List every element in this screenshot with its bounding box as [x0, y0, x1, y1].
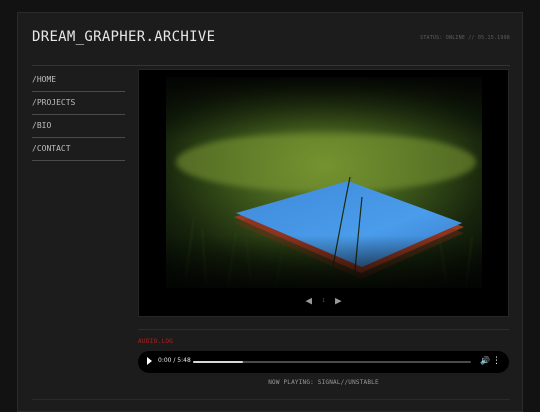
- header: DREAM_GRAPHER.ARCHIVE STATUS: ONLINE // …: [32, 27, 510, 66]
- nav-item-bio[interactable]: /BIO: [32, 115, 125, 138]
- audio-seek-progress: [193, 361, 244, 363]
- page-indicator: 1: [321, 297, 325, 304]
- volume-icon[interactable]: 🔊: [480, 356, 490, 365]
- footer-divider: [32, 399, 510, 400]
- audio-player[interactable]: 0:00 / 5:48 🔊 ⋮: [138, 351, 509, 373]
- next-arrow-icon[interactable]: ▶: [331, 294, 346, 307]
- nav-item-projects[interactable]: /PROJECTS: [32, 92, 125, 115]
- site-title[interactable]: DREAM_GRAPHER.ARCHIVE: [32, 29, 215, 45]
- gallery-pager: ◀ 1 ▶: [139, 294, 508, 310]
- gallery-photo: [166, 77, 482, 288]
- audio-section: AUDIO.LOG 0:00 / 5:48 🔊 ⋮ NOW PLAYING: S…: [138, 329, 509, 386]
- nav-item-contact[interactable]: /CONTACT: [32, 138, 125, 161]
- now-playing-text: NOW PLAYING: SIGNAL//UNSTABLE: [268, 379, 379, 386]
- photo-illustration: [166, 77, 482, 288]
- prev-arrow-icon[interactable]: ◀: [301, 294, 316, 307]
- more-options-icon[interactable]: ⋮: [492, 355, 501, 367]
- status-text: STATUS: ONLINE // 05.15.1998: [420, 35, 510, 41]
- audio-time: 0:00 / 5:48: [158, 357, 191, 364]
- nav-item-home[interactable]: /HOME: [32, 69, 125, 92]
- audio-label: AUDIO.LOG: [138, 338, 174, 345]
- sidebar-nav: /HOME /PROJECTS /BIO /CONTACT: [32, 69, 125, 161]
- audio-seek-bar[interactable]: [193, 361, 471, 363]
- page-frame: DREAM_GRAPHER.ARCHIVE STATUS: ONLINE // …: [17, 12, 523, 412]
- image-viewer: ◀ 1 ▶: [138, 69, 509, 317]
- play-icon[interactable]: [147, 357, 152, 365]
